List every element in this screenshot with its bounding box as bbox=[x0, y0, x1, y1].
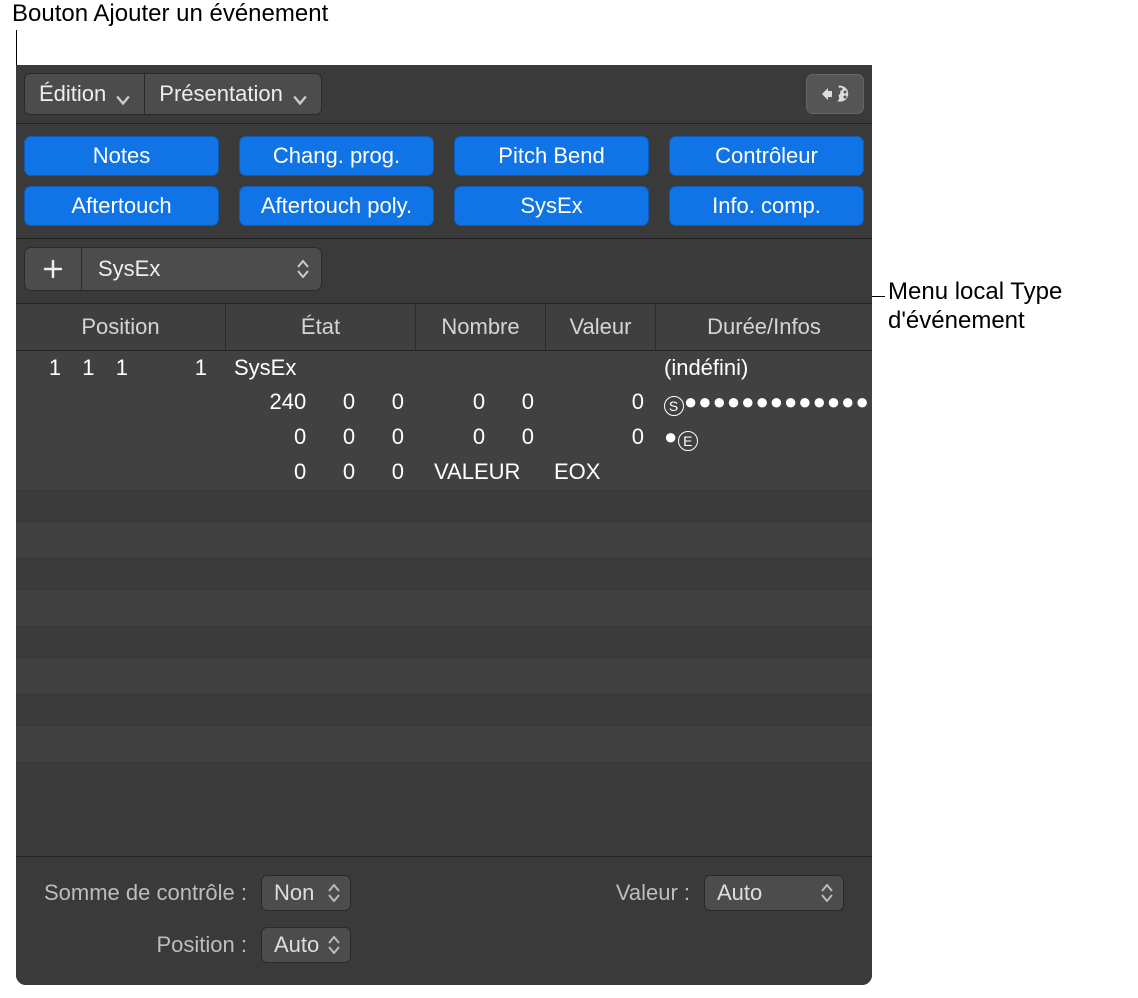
col-number[interactable]: Nombre bbox=[416, 304, 546, 350]
bytes-info bbox=[656, 455, 872, 463]
bytes-col[interactable]: 0 0 0 bbox=[16, 420, 416, 454]
footer-options: Somme de contrôle : Non Valeur : Auto Po… bbox=[16, 856, 872, 985]
add-event-button[interactable] bbox=[24, 247, 82, 291]
filter-row: Aftertouch Aftertouch poly. SysEx Info. … bbox=[24, 186, 864, 226]
edit-menu-label: Édition bbox=[39, 81, 106, 107]
checksum-value: Non bbox=[274, 880, 314, 906]
filter-sysex[interactable]: SysEx bbox=[454, 186, 649, 226]
table-row bbox=[16, 727, 872, 761]
event-table: Position État Nombre Valeur Durée/Infos … bbox=[16, 303, 872, 795]
table-row bbox=[16, 625, 872, 659]
show-hide-button[interactable] bbox=[806, 74, 864, 114]
filter-row: Notes Chang. prog. Pitch Bend Contrôleur bbox=[24, 136, 864, 176]
value-value: Auto bbox=[717, 880, 762, 906]
event-type-value: SysEx bbox=[98, 256, 160, 282]
cell-status[interactable]: SysEx bbox=[226, 351, 416, 385]
updown-icon bbox=[328, 936, 342, 954]
event-filter-bar: Notes Chang. prog. Pitch Bend Contrôleur… bbox=[16, 123, 872, 239]
bytes-col[interactable]: 0 bbox=[546, 385, 656, 419]
table-row bbox=[16, 693, 872, 727]
callout-text: Menu local Type bbox=[888, 278, 1062, 307]
bytes-col[interactable]: 0 0 bbox=[416, 385, 546, 419]
table-row[interactable]: 1 1 1 1 SysEx (indéfini) bbox=[16, 351, 872, 385]
table-row bbox=[16, 489, 872, 523]
value-label: Valeur : bbox=[616, 880, 690, 906]
filter-controller[interactable]: Contrôleur bbox=[669, 136, 864, 176]
filter-meta[interactable]: Info. comp. bbox=[669, 186, 864, 226]
callout-add-button: Bouton Ajouter un événement bbox=[12, 0, 328, 28]
table-row bbox=[16, 659, 872, 693]
bytes-col[interactable]: 240 0 0 bbox=[16, 385, 416, 419]
table-header: Position État Nombre Valeur Durée/Infos bbox=[16, 303, 872, 351]
callout-type-menu: Menu local Type d'événement bbox=[888, 278, 1062, 336]
view-menu-button[interactable]: Présentation bbox=[145, 73, 322, 115]
col-length[interactable]: Durée/Infos bbox=[656, 304, 872, 350]
position-value: Auto bbox=[274, 932, 319, 958]
table-row bbox=[16, 523, 872, 557]
position-select[interactable]: Auto bbox=[261, 927, 351, 963]
chevron-down-icon bbox=[116, 87, 130, 101]
sysex-bytes-row[interactable]: 0 0 0 VALEUR EOX bbox=[16, 455, 872, 489]
chevron-down-icon bbox=[293, 87, 307, 101]
sysex-bytes-row[interactable]: 0 0 0 0 0 0 ●E bbox=[16, 420, 872, 455]
edit-menu-button[interactable]: Édition bbox=[24, 73, 145, 115]
col-value[interactable]: Valeur bbox=[546, 304, 656, 350]
filter-notes[interactable]: Notes bbox=[24, 136, 219, 176]
bytes-col[interactable]: 0 0 bbox=[416, 420, 546, 454]
toolbar: Édition Présentation bbox=[16, 65, 872, 123]
bytes-info: S●●●●●●●●●●●●● bbox=[656, 385, 872, 420]
table-body: 1 1 1 1 SysEx (indéfini) 240 0 0 0 0 0 S… bbox=[16, 351, 872, 795]
position-label: Position : bbox=[44, 932, 247, 958]
bytes-col[interactable]: 0 bbox=[546, 420, 656, 454]
updown-icon bbox=[328, 884, 342, 902]
filter-poly-aftertouch[interactable]: Aftertouch poly. bbox=[239, 186, 434, 226]
cell-position[interactable]: 1 1 1 1 bbox=[16, 351, 226, 385]
sysex-bytes-row[interactable]: 240 0 0 0 0 0 S●●●●●●●●●●●●● bbox=[16, 385, 872, 420]
bytes-col[interactable]: EOX bbox=[546, 455, 656, 489]
cell-value[interactable] bbox=[546, 351, 656, 359]
checksum-select[interactable]: Non bbox=[261, 875, 351, 911]
filter-pitch-bend[interactable]: Pitch Bend bbox=[454, 136, 649, 176]
cell-number[interactable] bbox=[416, 351, 546, 359]
table-row bbox=[16, 591, 872, 625]
col-status[interactable]: État bbox=[226, 304, 416, 350]
filter-aftertouch[interactable]: Aftertouch bbox=[24, 186, 219, 226]
palette-icon bbox=[820, 82, 850, 106]
col-position[interactable]: Position bbox=[16, 304, 226, 350]
bytes-col[interactable]: VALEUR bbox=[416, 455, 546, 489]
bytes-col[interactable]: 0 0 0 bbox=[16, 455, 416, 489]
value-select[interactable]: Auto bbox=[704, 875, 844, 911]
event-list-panel: Édition Présentation Notes Chang. pro bbox=[16, 65, 872, 985]
table-row bbox=[16, 557, 872, 591]
add-event-bar: SysEx bbox=[16, 239, 872, 303]
callout-text: d'événement bbox=[888, 307, 1062, 336]
plus-icon bbox=[42, 258, 64, 280]
updown-icon bbox=[821, 884, 835, 902]
updown-icon bbox=[297, 260, 311, 278]
bytes-info: ●E bbox=[656, 420, 872, 455]
cell-length[interactable]: (indéfini) bbox=[656, 351, 872, 385]
filter-program-change[interactable]: Chang. prog. bbox=[239, 136, 434, 176]
event-type-select[interactable]: SysEx bbox=[82, 247, 322, 291]
view-menu-label: Présentation bbox=[159, 81, 283, 107]
table-row bbox=[16, 761, 872, 795]
checksum-label: Somme de contrôle : bbox=[44, 880, 247, 906]
